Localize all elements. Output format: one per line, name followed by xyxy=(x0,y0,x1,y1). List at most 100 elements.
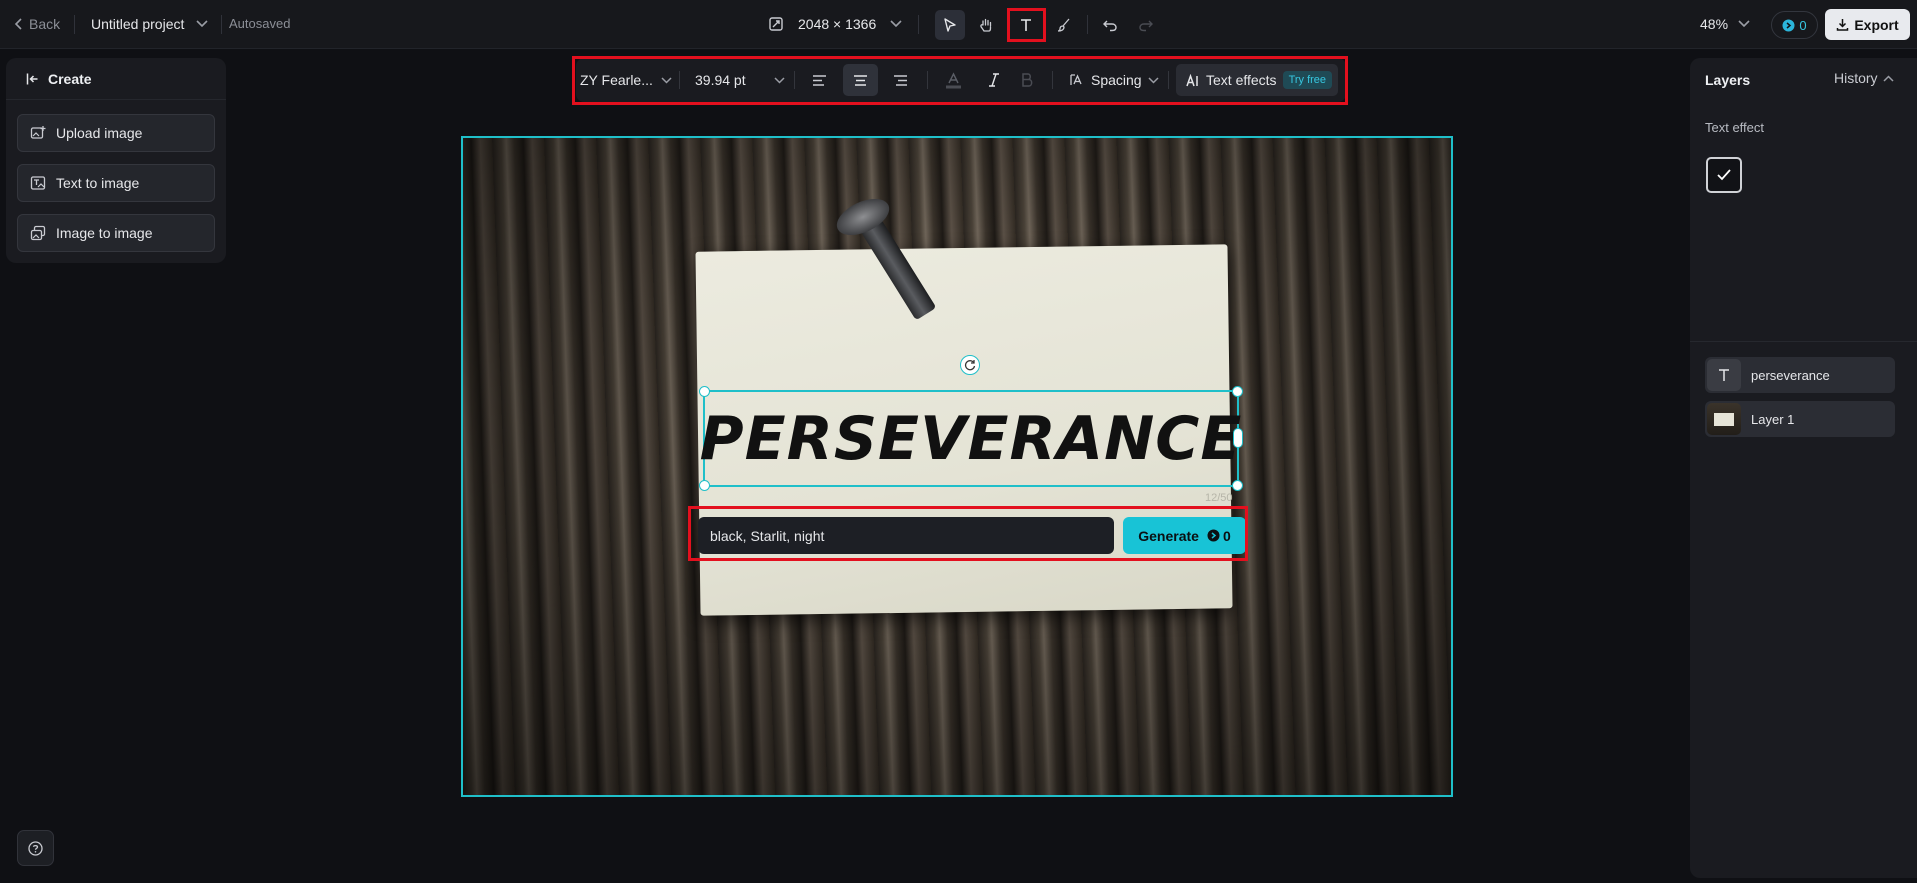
image-to-image-label: Image to image xyxy=(56,225,153,241)
brush-icon xyxy=(1057,18,1070,32)
text-to-image-button[interactable]: Text to image xyxy=(17,164,215,202)
divider xyxy=(1052,71,1053,89)
export-label: Export xyxy=(1854,16,1899,33)
rotate-icon xyxy=(964,360,976,371)
save-status: Autosaved xyxy=(229,16,291,31)
chevron-left-icon xyxy=(14,18,22,30)
text-to-image-icon xyxy=(30,176,46,190)
align-left-button[interactable] xyxy=(812,58,827,102)
project-name: Untitled project xyxy=(91,16,185,32)
text-icon xyxy=(1719,369,1729,381)
upload-image-button[interactable]: Upload image xyxy=(17,114,215,152)
resize-handle-bottom-right[interactable] xyxy=(1232,480,1243,491)
undo-button[interactable] xyxy=(1095,10,1125,40)
align-left-icon xyxy=(813,74,826,86)
text-tool-button[interactable] xyxy=(1011,10,1041,40)
text-icon xyxy=(1021,19,1031,31)
divider xyxy=(927,71,928,89)
chevron-down-icon xyxy=(1148,76,1159,84)
layer-item-image[interactable]: Layer 1 xyxy=(1705,401,1895,437)
resize-handle-bottom-left[interactable] xyxy=(699,480,710,491)
brush-tool-button[interactable] xyxy=(1049,10,1079,40)
hand-icon xyxy=(980,18,992,32)
resize-icon xyxy=(769,17,783,31)
generate-button[interactable]: Generate 0 xyxy=(1123,517,1246,554)
select-tool-button[interactable] xyxy=(935,10,965,40)
resize-handle-top-left[interactable] xyxy=(699,386,710,397)
text-effect-swatch[interactable] xyxy=(1706,157,1742,193)
credits-button[interactable]: 0 xyxy=(1771,11,1818,39)
font-family-dropdown[interactable]: ZY Fearle... xyxy=(580,58,672,102)
design-canvas[interactable]: PERSEVERANCE 12/50 black, Starlit, night… xyxy=(461,136,1453,797)
redo-button[interactable] xyxy=(1131,10,1161,40)
divider xyxy=(1690,341,1917,342)
text-effects-label: Text effects xyxy=(1206,72,1277,88)
cursor-icon xyxy=(944,18,956,32)
ai-sparkle-icon xyxy=(1186,73,1198,86)
create-panel-header[interactable]: Create xyxy=(6,58,226,100)
rotate-handle[interactable] xyxy=(960,355,980,375)
canvas-size-dropdown[interactable]: 2048 × 1366 xyxy=(768,16,902,32)
chevron-down-icon xyxy=(1738,20,1750,28)
history-toggle[interactable]: History xyxy=(1834,70,1894,86)
project-name-dropdown[interactable]: Untitled project xyxy=(91,16,208,32)
text-effect-label: Text effect xyxy=(1705,120,1765,135)
italic-icon xyxy=(989,73,999,87)
layers-title: Layers xyxy=(1705,72,1751,88)
italic-button[interactable] xyxy=(988,58,1000,102)
font-size-value: 39.94 pt xyxy=(695,72,746,88)
layer-thumbnail xyxy=(1707,403,1741,435)
chevron-down-icon xyxy=(661,76,672,84)
zoom-level: 48% xyxy=(1700,16,1729,32)
generate-cost: 0 xyxy=(1207,528,1231,544)
zoom-dropdown[interactable]: 48% xyxy=(1700,16,1750,32)
text-toolbar: ZY Fearle... 39.94 pt Spacing Text effec… xyxy=(576,58,1346,102)
hand-tool-button[interactable] xyxy=(971,10,1001,40)
resize-handle-top-right[interactable] xyxy=(1232,386,1243,397)
align-center-button[interactable] xyxy=(853,58,868,102)
chevron-down-icon xyxy=(196,20,208,28)
upload-image-label: Upload image xyxy=(56,125,143,141)
export-button[interactable]: Export xyxy=(1825,9,1910,40)
help-button[interactable] xyxy=(17,830,54,866)
text-color-icon xyxy=(946,71,961,88)
spacing-dropdown[interactable]: Spacing xyxy=(1070,58,1159,102)
divider xyxy=(221,15,222,34)
history-label: History xyxy=(1834,70,1878,86)
divider xyxy=(1087,15,1088,34)
divider xyxy=(74,15,75,34)
canvas-text[interactable]: PERSEVERANCE xyxy=(700,392,1242,485)
align-right-button[interactable] xyxy=(893,58,908,102)
text-color-button[interactable] xyxy=(945,58,962,102)
collapse-panel-icon xyxy=(26,73,38,84)
divider xyxy=(679,71,680,89)
bold-button[interactable] xyxy=(1021,58,1033,102)
align-right-icon xyxy=(894,74,907,86)
layer-name: Layer 1 xyxy=(1751,411,1795,427)
divider xyxy=(1168,71,1169,89)
download-icon xyxy=(1837,19,1849,31)
image-to-image-icon xyxy=(30,225,46,241)
chevron-down-icon xyxy=(890,20,902,28)
back-button[interactable]: Back xyxy=(14,16,60,32)
text-effects-button[interactable]: Text effects Try free xyxy=(1176,64,1338,96)
spacing-icon xyxy=(1070,74,1082,85)
redo-icon xyxy=(1139,20,1153,32)
chevron-down-icon xyxy=(774,76,785,84)
generate-label: Generate xyxy=(1138,527,1199,544)
layer-item-text[interactable]: perseverance xyxy=(1705,357,1895,393)
divider xyxy=(918,15,919,34)
effect-prompt-input[interactable]: black, Starlit, night xyxy=(698,517,1114,554)
font-size-dropdown[interactable]: 39.94 pt xyxy=(695,58,785,102)
credit-coin-icon xyxy=(1207,529,1220,542)
layers-panel: Layers History Text effect perseverance … xyxy=(1690,58,1917,878)
spacing-label: Spacing xyxy=(1091,72,1142,88)
image-to-image-button[interactable]: Image to image xyxy=(17,214,215,252)
resize-handle-right[interactable] xyxy=(1233,428,1243,448)
layer-thumbnail xyxy=(1707,359,1741,391)
checkmark-icon xyxy=(1717,169,1731,181)
try-free-badge: Try free xyxy=(1282,71,1333,89)
selected-text-layer[interactable]: PERSEVERANCE xyxy=(699,386,1243,491)
back-label: Back xyxy=(29,16,61,32)
font-family-value: ZY Fearle... xyxy=(580,72,653,88)
